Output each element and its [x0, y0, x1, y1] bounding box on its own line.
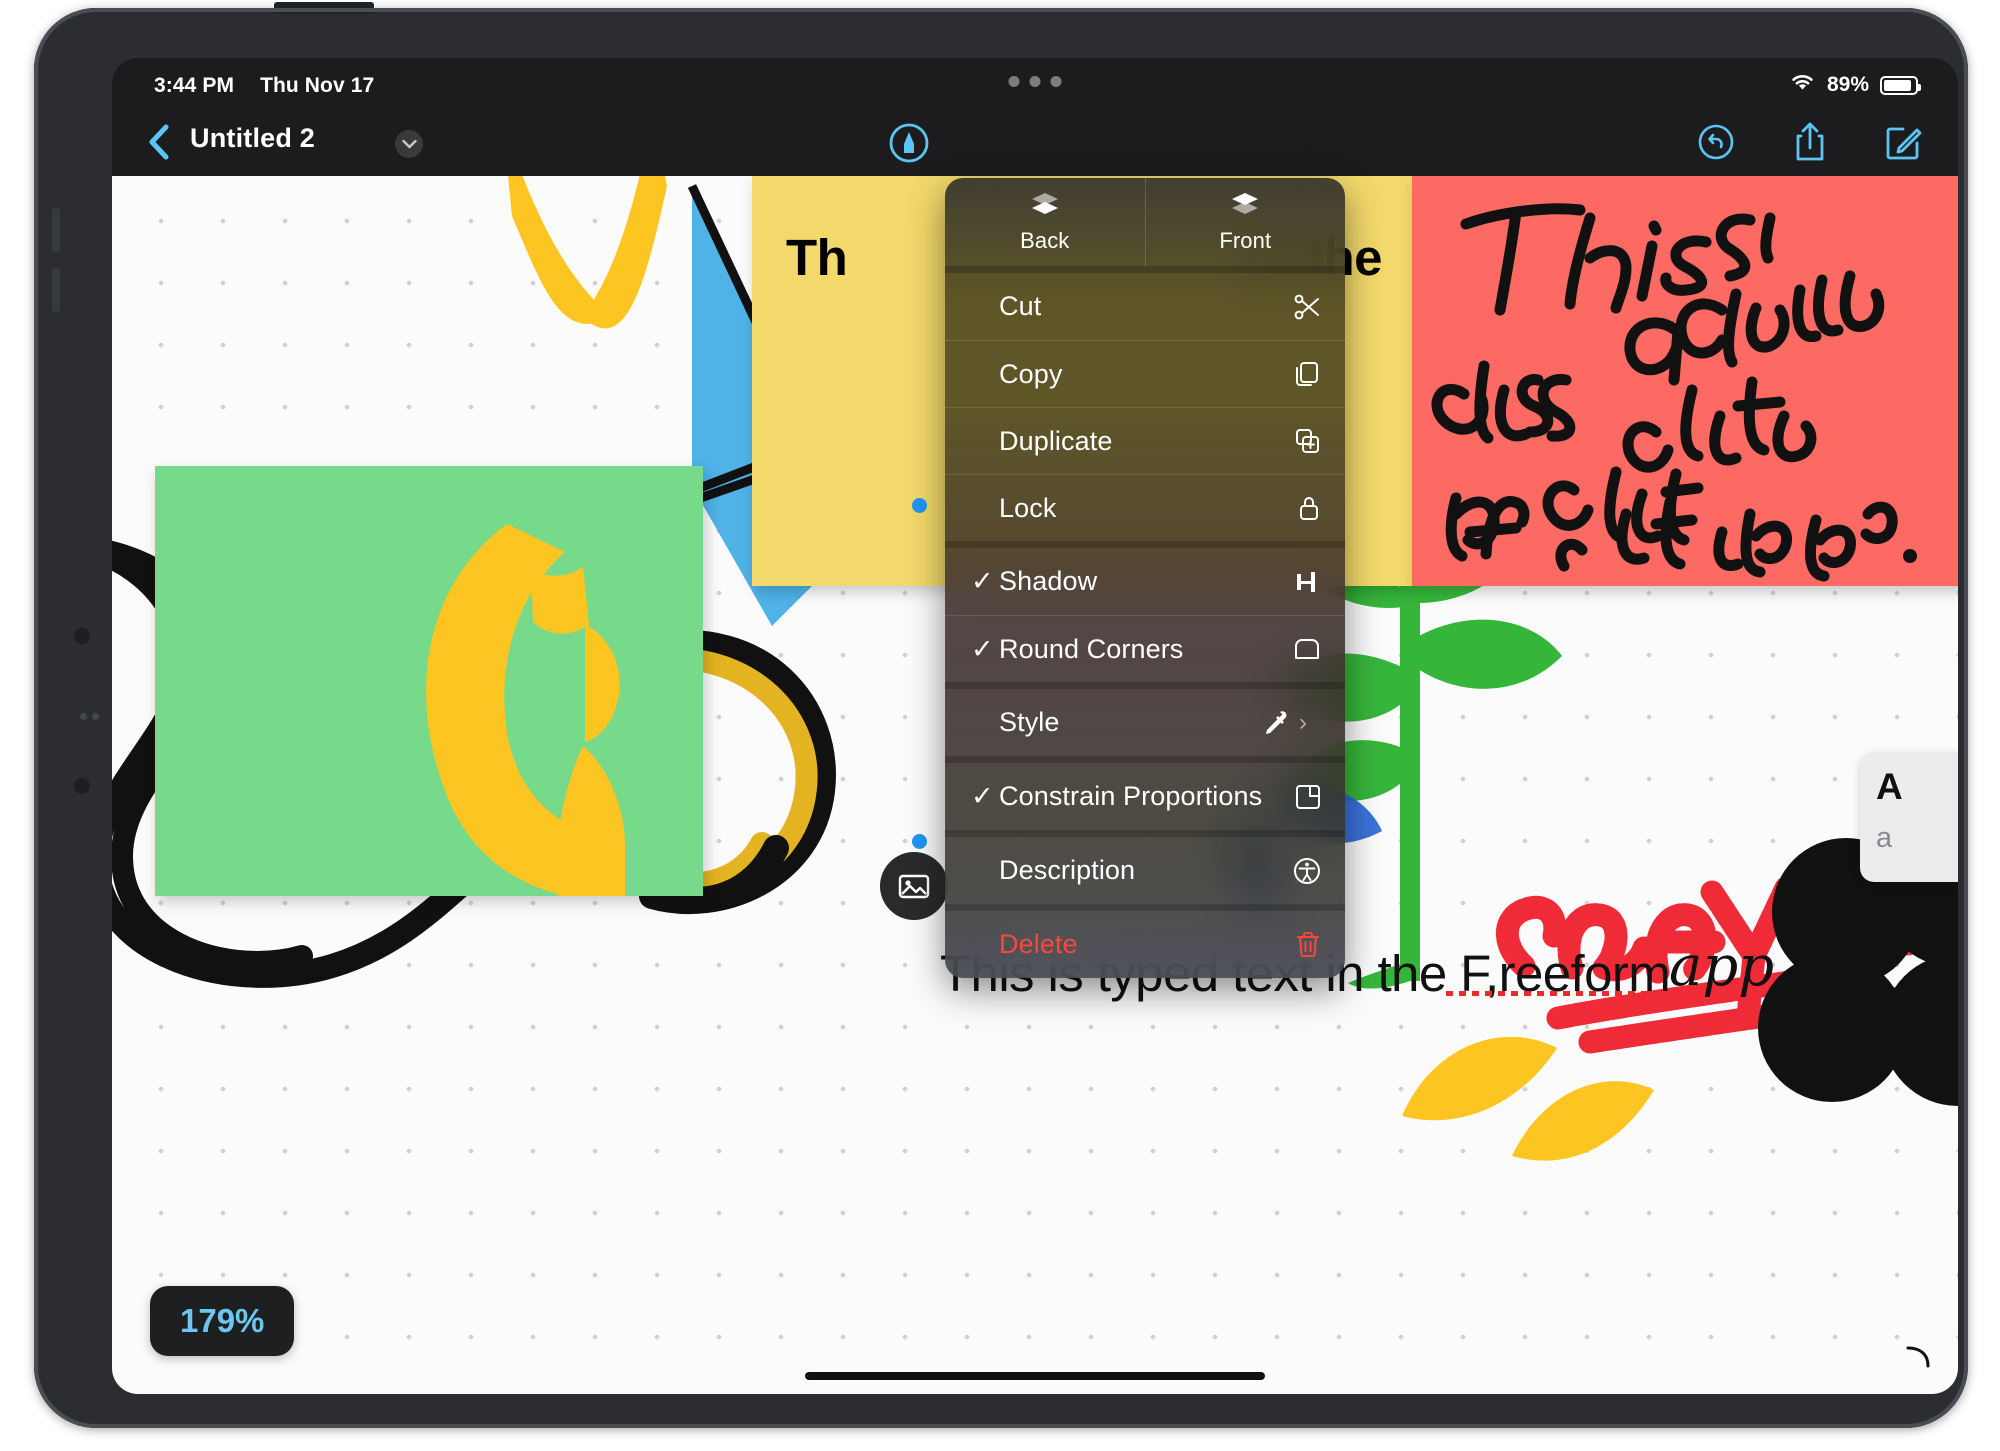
scissors-icon: [1287, 293, 1321, 321]
menu-group: Delete: [945, 911, 1345, 978]
chevron-down-icon[interactable]: [395, 130, 423, 158]
shadow-icon: [1287, 570, 1321, 594]
menu-separator: [945, 541, 1345, 548]
page-title[interactable]: Untitled 2: [190, 123, 315, 154]
lock-icon: [1287, 494, 1321, 522]
navigation-toolbar: Untitled 2: [112, 110, 1958, 176]
selection-handle-icon[interactable]: [912, 834, 927, 849]
send-to-back-button[interactable]: Back: [945, 178, 1145, 266]
trash-icon: [1287, 931, 1321, 959]
checkmark-icon: ✓: [971, 781, 994, 811]
duplicate-icon: [1287, 427, 1321, 455]
bring-to-front-button[interactable]: Front: [1144, 178, 1346, 266]
undo-icon[interactable]: [1694, 120, 1738, 164]
accessibility-icon: [1287, 857, 1321, 885]
menu-group: Style ›: [945, 689, 1345, 756]
selection-handle-icon[interactable]: [912, 498, 927, 513]
menu-item-label: Duplicate: [999, 425, 1113, 456]
context-menu-header: Back Front: [945, 178, 1345, 266]
round-corners-icon: [1287, 637, 1321, 661]
link-preview-card[interactable]: A a: [1860, 752, 1958, 882]
menu-item-label: Round Corners: [999, 633, 1184, 664]
smart-connector-dot: [80, 713, 87, 720]
send-to-back-label: Back: [1020, 227, 1070, 253]
menu-item-label: Shadow: [999, 566, 1098, 596]
battery-percent-label: 89%: [1826, 73, 1869, 96]
menu-item-constrain-proportions[interactable]: ✓ Constrain Proportions: [945, 763, 1345, 830]
checkmark-icon: ✓: [971, 566, 994, 596]
ipad-device-frame: 3:44 PM Thu Nov 17 89% Untitled 2 Th in …: [34, 2, 1968, 1428]
send-to-back-icon: [1030, 191, 1060, 222]
menu-item-copy[interactable]: Copy: [945, 340, 1345, 407]
home-indicator[interactable]: [805, 1372, 1265, 1380]
yellow-sticky-text-left: Th: [786, 229, 848, 286]
status-bar-left: 3:44 PM Thu Nov 17: [154, 74, 374, 98]
ipad-screen: 3:44 PM Thu Nov 17 89% Untitled 2 Th in …: [112, 58, 1958, 1394]
menu-item-lock[interactable]: Lock: [945, 474, 1345, 541]
menu-item-label: Copy: [999, 358, 1063, 389]
power-button[interactable]: [274, 2, 374, 14]
bring-to-front-icon: [1230, 191, 1260, 222]
status-time: 3:44 PM: [154, 74, 235, 97]
menu-item-label: Cut: [999, 291, 1042, 321]
toolbar-actions: [1694, 120, 1926, 164]
share-icon[interactable]: [1788, 120, 1832, 164]
status-bar-right: 89%: [1789, 72, 1921, 98]
checkmark-icon: ✓: [971, 633, 994, 664]
yellow-leaf-shapes[interactable]: [1392, 1006, 1722, 1186]
menu-item-label: Lock: [999, 492, 1057, 523]
microphone: [74, 778, 90, 794]
script-handwriting-text[interactable]: app: [1669, 934, 1774, 999]
chevron-left-icon[interactable]: [138, 122, 178, 162]
menu-item-round-corners[interactable]: ✓ Round Corners: [945, 615, 1345, 682]
bring-to-front-label: Front: [1219, 227, 1272, 253]
volume-up-button[interactable]: [52, 208, 60, 252]
spellcheck-underline: [1446, 991, 1663, 996]
multitask-handle-icon[interactable]: [1008, 76, 1062, 87]
front-camera: [74, 628, 90, 644]
menu-separator: [945, 830, 1345, 837]
status-bar: 3:44 PM Thu Nov 17 89%: [112, 58, 1958, 110]
volume-down-button[interactable]: [52, 268, 60, 312]
status-date: Thu Nov 17: [260, 74, 375, 97]
menu-separator: [945, 756, 1345, 763]
menu-item-shadow[interactable]: ✓ Shadow: [945, 548, 1345, 615]
menu-item-cut[interactable]: Cut: [945, 273, 1345, 340]
menu-item-label: Constrain Proportions: [999, 781, 1263, 811]
menu-item-label: Style: [999, 707, 1060, 737]
menu-item-label: Delete: [999, 929, 1078, 959]
menu-group: ✓ Shadow ✓ Round Corners: [945, 548, 1345, 682]
constrain-proportions-icon: [1287, 784, 1321, 810]
chevron-right-icon: ›: [1299, 708, 1307, 736]
wifi-icon: [1789, 72, 1816, 98]
menu-item-label: Description: [999, 855, 1136, 885]
copy-icon: [1287, 360, 1321, 388]
smart-connector-dot: [92, 713, 99, 720]
context-menu[interactable]: Back Front Cut Copy Duplicate Lock ✓ Sha…: [945, 178, 1345, 978]
link-card-title: A: [1876, 766, 1903, 807]
menu-separator: [945, 904, 1345, 911]
menu-group: Description: [945, 837, 1345, 904]
eyedropper-icon: [1255, 709, 1289, 737]
battery-icon: [1880, 75, 1921, 95]
link-card-subtitle: a: [1876, 822, 1893, 854]
menu-item-description[interactable]: Description: [945, 837, 1345, 904]
menu-item-duplicate[interactable]: Duplicate: [945, 407, 1345, 474]
markup-pen-icon[interactable]: [888, 122, 930, 164]
zoom-level-badge[interactable]: 179%: [150, 1286, 295, 1356]
yellow-brush-stroke: [426, 524, 625, 896]
menu-separator: [945, 682, 1345, 689]
menu-item-style[interactable]: Style ›: [945, 689, 1345, 756]
menu-group: ✓ Constrain Proportions: [945, 763, 1345, 830]
green-sticky-note[interactable]: [155, 466, 703, 896]
page-curl-icon[interactable]: [1904, 1342, 1934, 1372]
menu-group: Cut Copy Duplicate Lock: [945, 273, 1345, 541]
compose-icon[interactable]: [1882, 120, 1926, 164]
photo-icon[interactable]: [880, 852, 948, 920]
menu-separator: [945, 266, 1345, 273]
handwritten-note-text: [1431, 203, 1917, 582]
menu-item-delete[interactable]: Delete: [945, 911, 1345, 978]
